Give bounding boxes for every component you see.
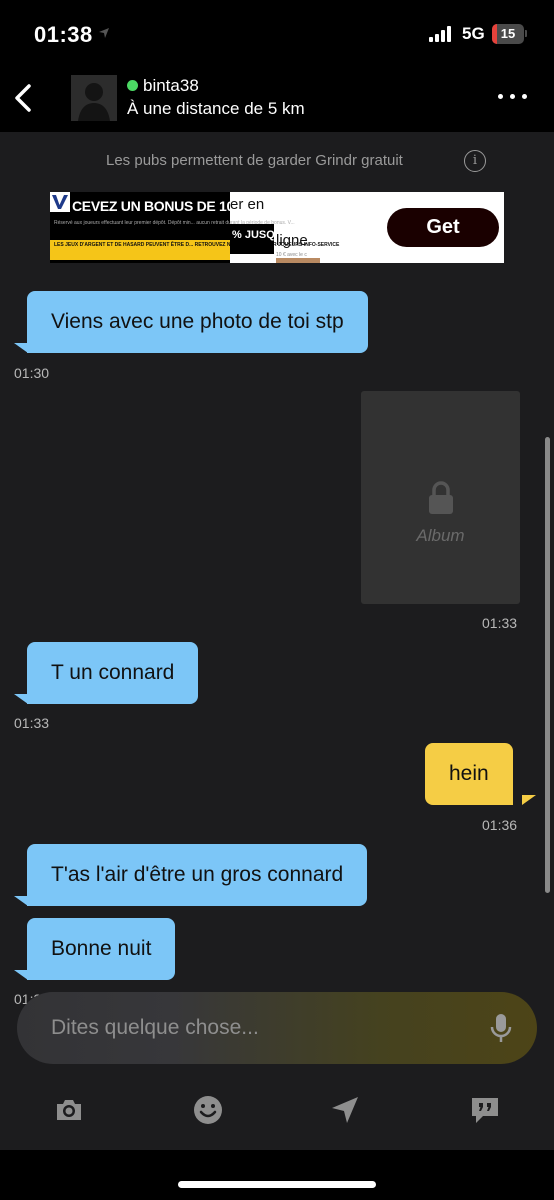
bubble-tail — [14, 896, 28, 906]
album-label: Album — [416, 526, 465, 545]
ad-warning-strip: LES JEUX D'ARGENT ET DE HASARD PEUVENT Ê… — [50, 240, 339, 260]
chat-header: binta38 À une distance de 5 km — [0, 70, 554, 132]
info-icon[interactable]: i — [464, 150, 486, 172]
album-message[interactable]: Album — [361, 391, 520, 604]
ad-logo-icon — [50, 192, 70, 212]
message-bubble-incoming[interactable]: T'as l'air d'être un gros connard — [27, 844, 368, 906]
ad-get-button[interactable]: Get — [387, 208, 499, 247]
online-indicator — [127, 80, 138, 91]
signal-icon — [429, 26, 455, 42]
message-timestamp: 01:33 — [14, 715, 50, 731]
network-type: 5G — [462, 24, 485, 43]
location-arrow-icon[interactable] — [329, 1094, 361, 1126]
battery-icon: 15 — [492, 24, 524, 44]
ad-line-2: ligne — [276, 232, 308, 249]
location-arrow-icon — [99, 28, 109, 38]
status-bar: 01:38 5G 15 — [0, 0, 554, 70]
microphone-icon[interactable] — [489, 1010, 513, 1046]
battery-nub — [525, 30, 527, 37]
profile-distance: À une distance de 5 km — [127, 99, 305, 118]
saved-phrases-icon[interactable] — [469, 1094, 501, 1126]
message-timestamp: 01:30 — [14, 365, 50, 381]
avatar-placeholder-icon — [78, 83, 110, 121]
bubble-tail — [522, 795, 536, 805]
camera-icon[interactable] — [53, 1094, 85, 1126]
message-bubble-incoming[interactable]: Bonne nuit — [27, 918, 176, 980]
message-bubble-incoming[interactable]: T un connard — [27, 642, 199, 704]
message-bubble-outgoing[interactable]: hein — [425, 743, 513, 805]
message-input-placeholder: Dites quelque chose... — [51, 1016, 259, 1039]
ad-notice-text: Les pubs permettent de garder Grindr gra… — [106, 152, 403, 169]
ad-line-1: er en — [230, 196, 265, 213]
chat-toolbar — [0, 1080, 554, 1150]
message-bubble-incoming[interactable]: Viens avec une photo de toi stp — [27, 291, 368, 353]
ad-notice: Les pubs permettent de garder Grindr gra… — [0, 150, 554, 174]
ad-banner[interactable]: CEVEZ UN BONUS DE 100 Réservé aux joueur… — [50, 192, 504, 263]
lock-icon — [429, 481, 453, 514]
emoji-icon[interactable] — [192, 1094, 224, 1126]
ad-image: CEVEZ UN BONUS DE 100 Réservé aux joueur… — [50, 192, 339, 263]
message-timestamp: 01:33 — [482, 615, 518, 631]
ad-headline: CEVEZ UN BONUS DE 100 — [72, 198, 242, 214]
ad-thumbnail — [276, 258, 320, 263]
back-chevron-icon[interactable] — [10, 80, 38, 116]
bubble-tail — [14, 694, 28, 704]
home-indicator[interactable] — [178, 1181, 376, 1188]
scrollbar[interactable] — [545, 437, 550, 893]
battery-percent: 15 — [500, 26, 516, 41]
message-input[interactable]: Dites quelque chose... — [17, 992, 537, 1064]
message-timestamp: 01:36 — [482, 817, 518, 833]
ad-percent: % JUSQ — [230, 224, 275, 254]
profile-name[interactable]: binta38 — [143, 76, 199, 96]
bubble-tail — [14, 343, 28, 353]
home-indicator-area — [0, 1150, 554, 1200]
status-time: 01:38 — [34, 22, 93, 47]
more-options-icon[interactable] — [498, 94, 530, 102]
avatar[interactable] — [71, 75, 117, 121]
bubble-tail — [14, 970, 28, 980]
